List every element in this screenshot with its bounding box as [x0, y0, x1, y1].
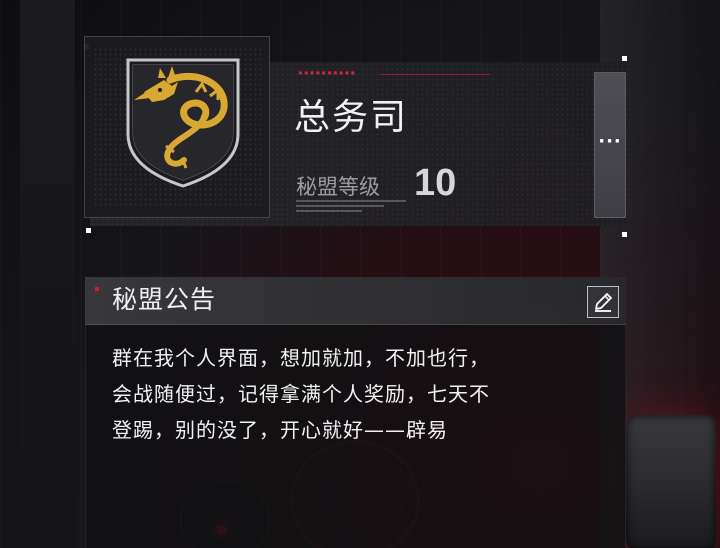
guild-level-value: 10	[414, 162, 457, 204]
decorative-red-text: ▪▪▪▪▪▪▪▪▪▪	[298, 68, 357, 77]
pencil-icon	[595, 293, 612, 312]
guild-level-label: 秘盟等级	[296, 175, 380, 199]
edit-announcement-button[interactable]	[587, 286, 619, 318]
background-pillar	[20, 0, 75, 548]
background-door-knob	[626, 415, 716, 548]
more-options-button[interactable]: ···	[594, 72, 626, 218]
ellipsis-icon: ···	[598, 130, 622, 152]
guild-name: 总务司	[294, 97, 409, 138]
red-marker-icon	[95, 287, 99, 291]
announcement-title: 秘盟公告	[112, 285, 217, 314]
decorative-fine-print	[296, 200, 406, 215]
corner-marker	[622, 232, 627, 237]
golden-dragon-shield-icon	[126, 58, 240, 188]
announcement-body: 群在我个人界面，想加就加，不加也行， 会战随便过，记得拿满个人奖励，七天不 登踢…	[112, 346, 490, 442]
corner-marker	[86, 228, 91, 233]
decorative-red-line	[380, 74, 490, 75]
corner-marker	[622, 56, 627, 61]
